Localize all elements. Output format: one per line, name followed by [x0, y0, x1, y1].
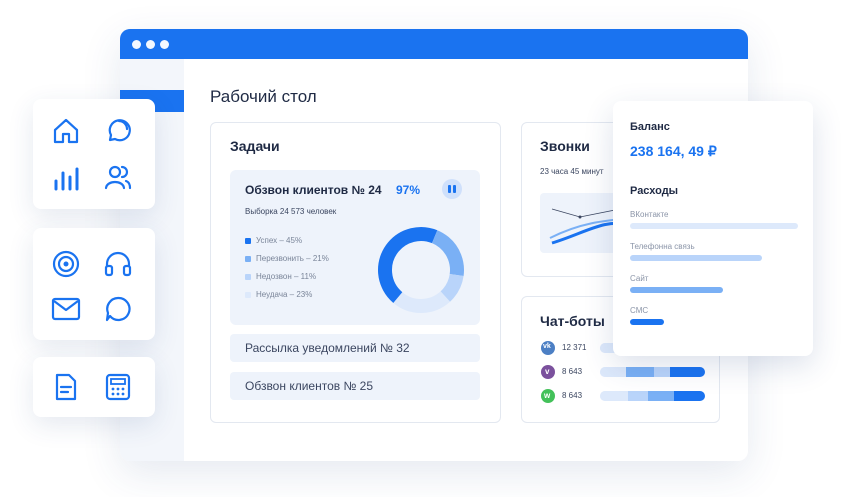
- document-icon[interactable]: [51, 372, 81, 402]
- expense-label-vk: ВКонтакте: [630, 210, 669, 219]
- whatsapp-icon: w: [541, 389, 555, 403]
- results-donut-chart: [378, 227, 464, 313]
- expense-label-phone: Телефонна связь: [630, 242, 695, 251]
- tasks-title: Задачи: [230, 138, 280, 154]
- chatbot-row-viber[interactable]: v 8 643: [541, 364, 711, 380]
- legend-item-failure: Неудача – 23%: [245, 290, 312, 299]
- active-task-sample: Выборка 24 573 человек: [245, 207, 337, 216]
- expense-bar-vk: [630, 223, 798, 229]
- expense-bar-site: [630, 287, 723, 293]
- page-title: Рабочий стол: [210, 87, 317, 106]
- balance-amount: 238 164, 49 ₽: [630, 143, 717, 159]
- chat-icon[interactable]: [103, 116, 133, 146]
- nav-card-comms: [33, 228, 155, 340]
- task-row-notifications[interactable]: Рассылка уведомлений № 32: [230, 334, 480, 362]
- calculator-icon[interactable]: [103, 372, 133, 402]
- window-dot-minimize[interactable]: [146, 40, 155, 49]
- headset-icon[interactable]: [103, 249, 133, 279]
- chatbots-title: Чат-боты: [540, 313, 605, 329]
- nav-card-main: [33, 99, 155, 209]
- expense-bar-sms: [630, 319, 664, 325]
- active-task[interactable]: Обзвон клиентов № 24 97% Выборка 24 573 …: [230, 170, 480, 325]
- calls-duration: 23 часа 45 минут: [540, 167, 604, 176]
- expense-label-site: Сайт: [630, 274, 649, 283]
- chatbot-count-viber: 8 643: [562, 367, 583, 376]
- expense-bar-phone: [630, 255, 762, 261]
- expenses-title: Расходы: [630, 185, 679, 197]
- viber-icon: v: [541, 365, 555, 379]
- message-icon[interactable]: [103, 294, 133, 324]
- home-icon[interactable]: [51, 116, 81, 146]
- task-row-calls-25[interactable]: Обзвон клиентов № 25: [230, 372, 480, 400]
- active-task-name: Обзвон клиентов № 24: [245, 183, 382, 197]
- legend-item-callback: Перезвонить – 21%: [245, 254, 329, 263]
- window-dot-maximize[interactable]: [160, 40, 169, 49]
- chatbot-bar-viber: [600, 367, 705, 377]
- calls-title: Звонки: [540, 138, 590, 154]
- tasks-card: Задачи Обзвон клиентов № 24 97% Выборка …: [210, 122, 501, 423]
- target-icon[interactable]: [51, 249, 81, 279]
- title-bar: [120, 29, 748, 59]
- users-icon[interactable]: [103, 163, 133, 193]
- chatbot-row-whatsapp[interactable]: w 8 643: [541, 388, 711, 404]
- chatbot-count-whatsapp: 8 643: [562, 391, 583, 400]
- active-task-percent: 97%: [396, 183, 421, 197]
- vk-icon: vk: [541, 341, 555, 355]
- pause-button[interactable]: [442, 179, 462, 199]
- balance-label: Баланс: [630, 121, 670, 133]
- chatbot-bar-whatsapp: [600, 391, 705, 401]
- balance-popup: Баланс 238 164, 49 ₽ Расходы ВКонтакте Т…: [613, 101, 813, 356]
- mail-icon[interactable]: [51, 294, 81, 324]
- nav-card-docs: [33, 357, 155, 417]
- chatbot-count-vk: 12 371: [562, 343, 587, 352]
- chart-icon[interactable]: [51, 163, 81, 193]
- expense-label-sms: СМС: [630, 306, 649, 315]
- legend-item-no-answer: Недозвон – 11%: [245, 272, 316, 281]
- legend-item-success: Успех – 45%: [245, 236, 302, 245]
- window-dot-close[interactable]: [132, 40, 141, 49]
